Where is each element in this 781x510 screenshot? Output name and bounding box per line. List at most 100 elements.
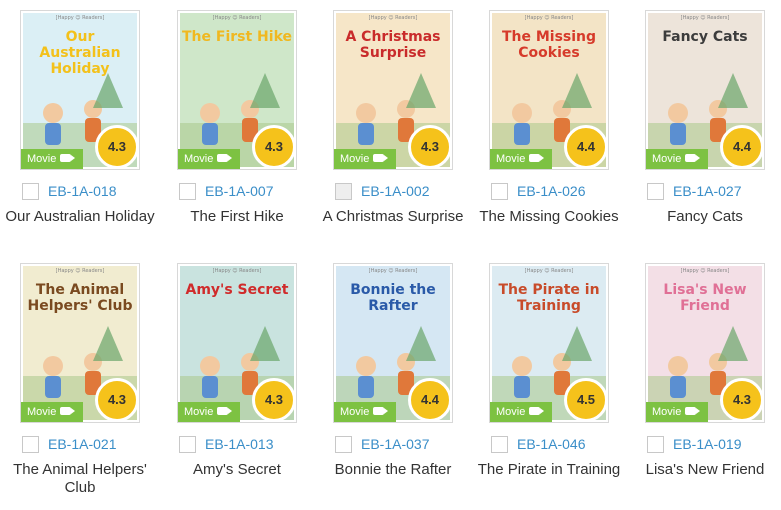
- video-camera-icon: [685, 407, 701, 415]
- select-checkbox[interactable]: [647, 183, 664, 200]
- video-camera-icon: [529, 407, 545, 415]
- movie-button[interactable]: Movie: [646, 149, 708, 169]
- book-code-link[interactable]: EB-1A-007: [205, 183, 273, 200]
- book-cover[interactable]: [Happy ☺ Readers] The First Hike Movie 4…: [177, 10, 297, 170]
- select-checkbox[interactable]: [491, 436, 508, 453]
- video-camera-icon: [373, 154, 389, 162]
- book-code-link[interactable]: EB-1A-026: [517, 183, 585, 200]
- book-title-link[interactable]: Lisa's New Friend: [625, 461, 781, 479]
- rating-badge: 4.3: [252, 378, 296, 422]
- video-camera-icon: [217, 154, 233, 162]
- video-camera-icon: [373, 407, 389, 415]
- series-label: [Happy ☺ Readers]: [368, 268, 418, 274]
- book-code-link[interactable]: EB-1A-027: [673, 183, 741, 200]
- movie-label: Movie: [652, 153, 682, 165]
- book-code-row: EB-1A-027: [645, 183, 781, 201]
- book-code-link[interactable]: EB-1A-037: [361, 436, 429, 453]
- movie-label: Movie: [496, 153, 526, 165]
- movie-button[interactable]: Movie: [646, 402, 708, 422]
- select-checkbox[interactable]: [335, 183, 352, 200]
- select-checkbox[interactable]: [335, 436, 352, 453]
- book-title-link[interactable]: Bonnie the Rafter: [313, 461, 473, 479]
- book-code-row: EB-1A-018: [20, 183, 170, 201]
- select-checkbox[interactable]: [22, 183, 39, 200]
- cover-title: A Christmas Surprise: [345, 29, 441, 61]
- rating-badge: 4.3: [408, 125, 452, 169]
- select-checkbox[interactable]: [179, 436, 196, 453]
- book-cover[interactable]: [Happy ☺ Readers] A Christmas Surprise M…: [333, 10, 453, 170]
- book-title-link[interactable]: The Missing Cookies: [469, 208, 629, 226]
- movie-label: Movie: [340, 406, 370, 418]
- book-cover[interactable]: [Happy ☺ Readers] Amy's Secret Movie 4.3: [177, 263, 297, 423]
- book-code-link[interactable]: EB-1A-013: [205, 436, 273, 453]
- movie-button[interactable]: Movie: [334, 149, 396, 169]
- movie-label: Movie: [27, 406, 57, 418]
- movie-button[interactable]: Movie: [334, 402, 396, 422]
- rating-badge: 4.5: [564, 378, 608, 422]
- series-label: [Happy ☺ Readers]: [55, 268, 105, 274]
- book-title-link[interactable]: The Pirate in Training: [469, 461, 629, 479]
- series-label: [Happy ☺ Readers]: [55, 15, 105, 21]
- series-label: [Happy ☺ Readers]: [680, 268, 730, 274]
- book-cover[interactable]: [Happy ☺ Readers] The Animal Helpers' Cl…: [20, 263, 140, 423]
- cover-title: The Missing Cookies: [501, 29, 597, 61]
- book-cover[interactable]: [Happy ☺ Readers] Bonnie the Rafter Movi…: [333, 263, 453, 423]
- book-title-link[interactable]: A Christmas Surprise: [313, 208, 473, 226]
- book-code-row: EB-1A-007: [177, 183, 327, 201]
- rating-badge: 4.3: [720, 378, 764, 422]
- rating-badge: 4.4: [564, 125, 608, 169]
- book-code-link[interactable]: EB-1A-019: [673, 436, 741, 453]
- movie-button[interactable]: Movie: [21, 149, 83, 169]
- book-code-link[interactable]: EB-1A-021: [48, 436, 116, 453]
- select-checkbox[interactable]: [491, 183, 508, 200]
- book-code-row: EB-1A-026: [489, 183, 639, 201]
- book-code-row: EB-1A-037: [333, 436, 483, 454]
- book-title-link[interactable]: Our Australian Holiday: [0, 208, 160, 226]
- rating-badge: 4.4: [408, 378, 452, 422]
- cover-title: The First Hike: [182, 29, 292, 45]
- movie-button[interactable]: Movie: [178, 149, 240, 169]
- cover-title: Bonnie the Rafter: [350, 282, 436, 314]
- cover-title: Fancy Cats: [662, 29, 748, 45]
- book-title-link[interactable]: Fancy Cats: [625, 208, 781, 226]
- select-checkbox[interactable]: [179, 183, 196, 200]
- movie-label: Movie: [496, 406, 526, 418]
- cover-title: Our Australian Holiday: [39, 29, 121, 77]
- video-camera-icon: [685, 154, 701, 162]
- book-code-row: EB-1A-013: [177, 436, 327, 454]
- book-code-link[interactable]: EB-1A-002: [361, 183, 429, 200]
- book-cover[interactable]: [Happy ☺ Readers] The Pirate in Training…: [489, 263, 609, 423]
- movie-button[interactable]: Movie: [21, 402, 83, 422]
- book-cover[interactable]: [Happy ☺ Readers] Fancy Cats Movie 4.4: [645, 10, 765, 170]
- book-code-link[interactable]: EB-1A-046: [517, 436, 585, 453]
- video-camera-icon: [217, 407, 233, 415]
- rating-badge: 4.3: [95, 125, 139, 169]
- cover-title: The Animal Helpers' Club: [27, 282, 133, 314]
- book-code-row: EB-1A-046: [489, 436, 639, 454]
- series-label: [Happy ☺ Readers]: [524, 268, 574, 274]
- movie-button[interactable]: Movie: [490, 402, 552, 422]
- series-label: [Happy ☺ Readers]: [212, 268, 262, 274]
- book-code-row: EB-1A-021: [20, 436, 170, 454]
- select-checkbox[interactable]: [647, 436, 664, 453]
- book-cover[interactable]: [Happy ☺ Readers] Lisa's New Friend Movi…: [645, 263, 765, 423]
- book-title-link[interactable]: The Animal Helpers' Club: [0, 461, 160, 497]
- series-label: [Happy ☺ Readers]: [212, 15, 262, 21]
- book-cover[interactable]: [Happy ☺ Readers] Our Australian Holiday…: [20, 10, 140, 170]
- movie-label: Movie: [652, 406, 682, 418]
- book-title-link[interactable]: The First Hike: [157, 208, 317, 226]
- series-label: [Happy ☺ Readers]: [368, 15, 418, 21]
- movie-button[interactable]: Movie: [178, 402, 240, 422]
- rating-badge: 4.3: [252, 125, 296, 169]
- book-code-row: EB-1A-002: [333, 183, 483, 201]
- select-checkbox[interactable]: [22, 436, 39, 453]
- book-grid: [Happy ☺ Readers] Our Australian Holiday…: [0, 0, 781, 510]
- cover-title: Amy's Secret: [185, 282, 289, 298]
- series-label: [Happy ☺ Readers]: [524, 15, 574, 21]
- movie-button[interactable]: Movie: [490, 149, 552, 169]
- book-code-row: EB-1A-019: [645, 436, 781, 454]
- book-code-link[interactable]: EB-1A-018: [48, 183, 116, 200]
- movie-label: Movie: [184, 153, 214, 165]
- book-title-link[interactable]: Amy's Secret: [157, 461, 317, 479]
- book-cover[interactable]: [Happy ☺ Readers] The Missing Cookies Mo…: [489, 10, 609, 170]
